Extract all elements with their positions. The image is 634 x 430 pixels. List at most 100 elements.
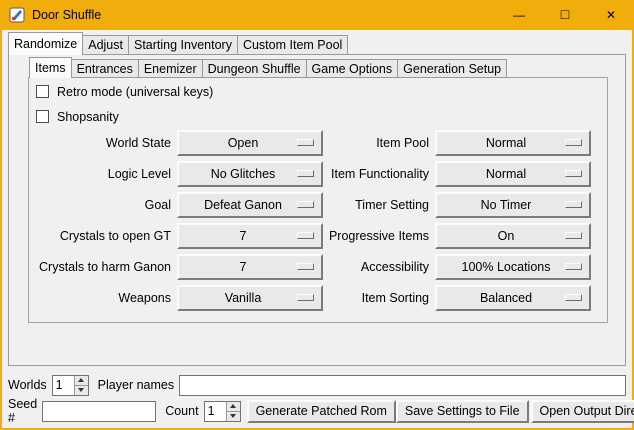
dropdown-indicator-icon xyxy=(297,294,314,301)
window-title: Door Shuffle xyxy=(32,8,101,22)
worlds-spin-down[interactable] xyxy=(75,385,88,395)
field-row: Crystals to open GT 7 Progressive Items … xyxy=(29,220,607,251)
shopsanity-label: Shopsanity xyxy=(57,110,119,124)
accessibility-value: 100% Locations xyxy=(462,260,565,274)
dropdown-indicator-icon xyxy=(297,139,314,146)
open-output-directory-button[interactable]: Open Output Directory xyxy=(531,400,634,423)
item-sorting-value: Balanced xyxy=(480,291,546,305)
crystals-open-gt-value: 7 xyxy=(240,229,261,243)
field-row: Goal Defeat Ganon Timer Setting No Timer xyxy=(29,189,607,220)
seed-row: Seed # Count Generate Patched Rom Save S… xyxy=(8,399,626,423)
item-functionality-value: Normal xyxy=(486,167,540,181)
close-icon: ✕ xyxy=(606,8,616,22)
tab-dungeon-shuffle[interactable]: Dungeon Shuffle xyxy=(202,59,307,78)
close-button[interactable]: ✕ xyxy=(588,0,634,30)
worlds-label: Worlds xyxy=(8,378,47,392)
weapons-dropdown[interactable]: Vanilla xyxy=(177,285,323,311)
timer-setting-dropdown[interactable]: No Timer xyxy=(435,192,591,218)
item-functionality-label: Item Functionality xyxy=(323,167,429,181)
spin-up-icon xyxy=(78,378,84,382)
spin-down-icon xyxy=(78,388,84,392)
field-row: Crystals to harm Ganon 7 Accessibility 1… xyxy=(29,251,607,282)
tab-entrances[interactable]: Entrances xyxy=(71,59,139,78)
titlebar[interactable]: Door Shuffle — □ ✕ xyxy=(0,0,634,30)
item-sorting-label: Item Sorting xyxy=(323,291,429,305)
shopsanity-checkbox[interactable] xyxy=(36,110,49,123)
dropdown-indicator-icon xyxy=(565,232,582,239)
dropdown-indicator-icon xyxy=(565,263,582,270)
tab-items[interactable]: Items xyxy=(29,57,72,78)
client-area: Randomize Adjust Starting Inventory Cust… xyxy=(2,30,632,428)
crystals-harm-ganon-value: 7 xyxy=(240,260,261,274)
minimize-button[interactable]: — xyxy=(496,0,542,30)
app-icon xyxy=(9,7,25,23)
tab-custom-item-pool[interactable]: Custom Item Pool xyxy=(237,35,348,55)
world-state-label: World State xyxy=(29,136,171,150)
maximize-button[interactable]: □ xyxy=(542,0,588,30)
item-pool-label: Item Pool xyxy=(323,136,429,150)
world-state-value: Open xyxy=(228,136,273,150)
worlds-input[interactable] xyxy=(53,376,74,395)
timer-setting-label: Timer Setting xyxy=(323,198,429,212)
spin-up-icon xyxy=(230,404,236,408)
dropdown-indicator-icon xyxy=(565,139,582,146)
player-names-label: Player names xyxy=(98,378,174,392)
item-functionality-dropdown[interactable]: Normal xyxy=(435,161,591,187)
weapons-value: Vanilla xyxy=(225,291,276,305)
field-row: Logic Level No Glitches Item Functionali… xyxy=(29,158,607,189)
worlds-spin-buttons xyxy=(74,376,88,395)
window-controls: — □ ✕ xyxy=(496,0,634,30)
logic-level-dropdown[interactable]: No Glitches xyxy=(177,161,323,187)
progressive-items-value: On xyxy=(498,229,529,243)
count-spin-up[interactable] xyxy=(227,402,240,411)
tab-randomize[interactable]: Randomize xyxy=(8,32,83,55)
sub-tab-bar: Items Entrances Enemizer Dungeon Shuffle… xyxy=(29,57,506,78)
world-state-dropdown[interactable]: Open xyxy=(177,130,323,156)
tab-generation-setup[interactable]: Generation Setup xyxy=(397,59,507,78)
count-spinner[interactable] xyxy=(204,401,241,422)
progressive-items-dropdown[interactable]: On xyxy=(435,223,591,249)
dropdown-indicator-icon xyxy=(565,170,582,177)
dropdown-indicator-icon xyxy=(297,263,314,270)
count-label: Count xyxy=(165,404,198,418)
count-input[interactable] xyxy=(205,402,226,421)
count-spin-down[interactable] xyxy=(227,411,240,421)
tab-enemizer[interactable]: Enemizer xyxy=(138,59,203,78)
goal-dropdown[interactable]: Defeat Ganon xyxy=(177,192,323,218)
minimize-icon: — xyxy=(513,8,525,22)
shopsanity-row: Shopsanity xyxy=(36,109,119,124)
accessibility-label: Accessibility xyxy=(323,260,429,274)
count-spin-buttons xyxy=(226,402,240,421)
tab-starting-inventory[interactable]: Starting Inventory xyxy=(128,35,238,55)
seed-input[interactable] xyxy=(42,401,156,422)
retro-mode-checkbox[interactable] xyxy=(36,85,49,98)
worlds-spinner[interactable] xyxy=(52,375,89,396)
maximize-icon: □ xyxy=(561,6,569,22)
dropdown-indicator-icon xyxy=(565,201,582,208)
dropdown-indicator-icon xyxy=(565,294,582,301)
logic-level-value: No Glitches xyxy=(211,167,290,181)
crystals-harm-ganon-dropdown[interactable]: 7 xyxy=(177,254,323,280)
generate-patched-rom-button[interactable]: Generate Patched Rom xyxy=(247,400,396,423)
dropdown-indicator-icon xyxy=(297,170,314,177)
item-sorting-dropdown[interactable]: Balanced xyxy=(435,285,591,311)
item-pool-value: Normal xyxy=(486,136,540,150)
dropdown-indicator-icon xyxy=(297,232,314,239)
crystals-harm-ganon-label: Crystals to harm Ganon xyxy=(29,260,171,274)
crystals-open-gt-label: Crystals to open GT xyxy=(29,229,171,243)
save-settings-button[interactable]: Save Settings to File xyxy=(396,400,529,423)
weapons-label: Weapons xyxy=(29,291,171,305)
tab-adjust[interactable]: Adjust xyxy=(82,35,129,55)
worlds-row: Worlds Player names xyxy=(8,374,626,396)
worlds-spin-up[interactable] xyxy=(75,376,88,385)
main-tab-bar: Randomize Adjust Starting Inventory Cust… xyxy=(8,32,347,55)
player-names-input[interactable] xyxy=(179,375,626,396)
accessibility-dropdown[interactable]: 100% Locations xyxy=(435,254,591,280)
goal-value: Defeat Ganon xyxy=(204,198,296,212)
tab-game-options[interactable]: Game Options xyxy=(306,59,399,78)
item-pool-dropdown[interactable]: Normal xyxy=(435,130,591,156)
seed-label: Seed # xyxy=(8,397,37,425)
crystals-open-gt-dropdown[interactable]: 7 xyxy=(177,223,323,249)
logic-level-label: Logic Level xyxy=(29,167,171,181)
field-grid: World State Open Item Pool Normal Logic … xyxy=(29,127,607,313)
